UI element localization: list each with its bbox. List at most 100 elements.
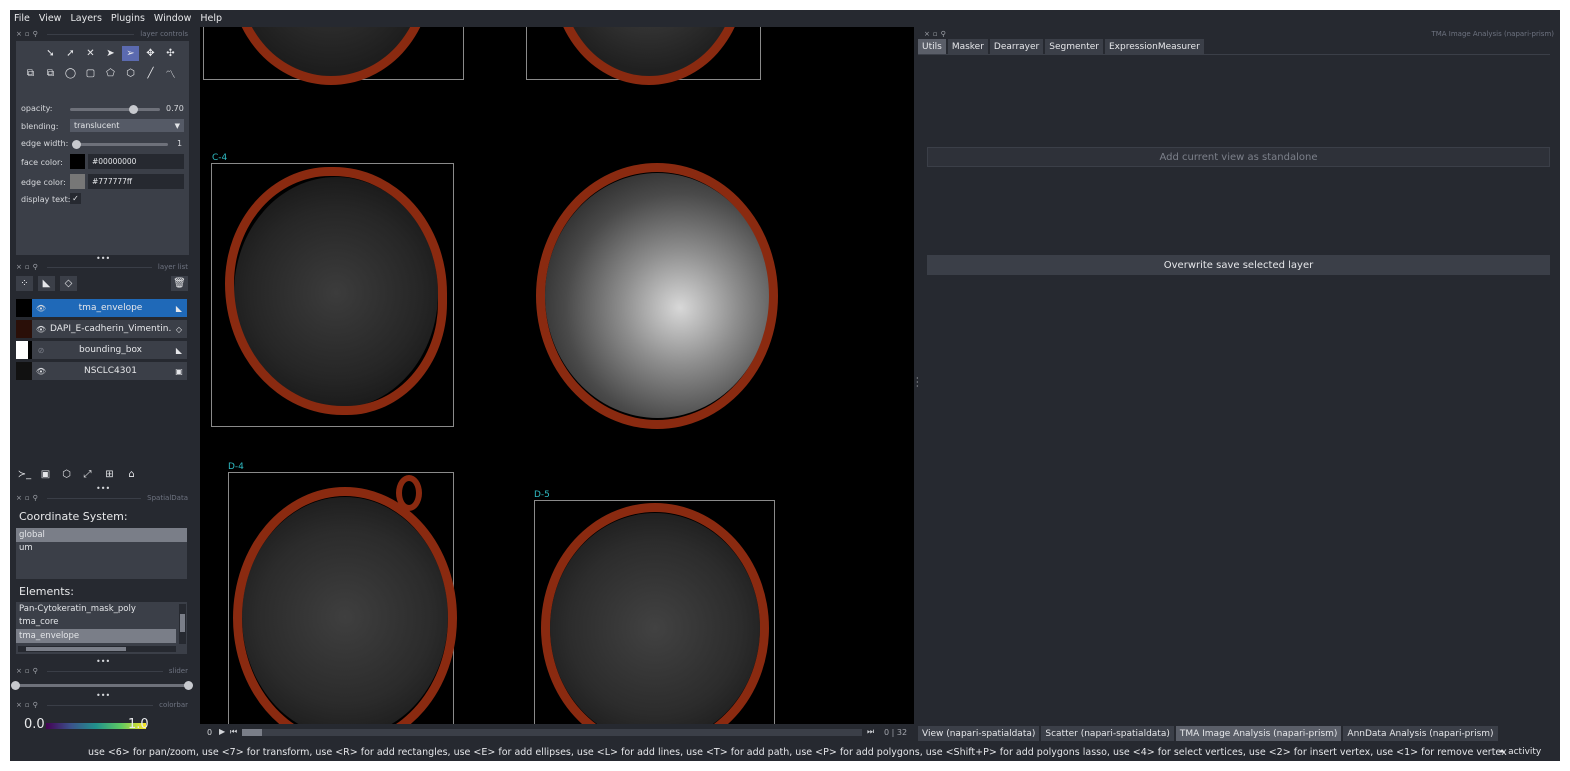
- list-item[interactable]: um: [16, 542, 187, 556]
- ellipse-icon[interactable]: ◯: [62, 66, 79, 81]
- transpose-icon[interactable]: ⤢: [79, 467, 96, 482]
- face-color-swatch[interactable]: [70, 154, 85, 169]
- menu-file[interactable]: File: [14, 13, 30, 24]
- trash-icon[interactable]: 🗑: [171, 276, 188, 291]
- home-icon[interactable]: ⌂: [123, 467, 140, 482]
- elements-list: Pan-Cytokeratin_mask_poly tma_core tma_e…: [16, 602, 187, 654]
- eye-hidden-icon[interactable]: ⊘: [32, 346, 50, 355]
- edge-color-swatch[interactable]: [70, 174, 85, 189]
- dock-controls-icon[interactable]: ×▫⚲: [16, 263, 41, 271]
- coordinate-system-title: Coordinate System:: [19, 510, 128, 523]
- layer-name: DAPI_E-cadherin_Vimentin...: [50, 324, 171, 334]
- eye-icon[interactable]: 👁: [32, 367, 50, 376]
- viewer-canvas[interactable]: C-4 D-4 D-5: [200, 27, 914, 724]
- step-forward-icon[interactable]: ⏭: [867, 727, 874, 737]
- edge-width-slider-handle[interactable]: [72, 140, 81, 149]
- blending-select[interactable]: translucent ▼: [70, 119, 184, 132]
- step-back-icon[interactable]: ⏮: [230, 727, 237, 737]
- dock-controls-icon[interactable]: ×▫⚲: [16, 494, 41, 502]
- menubar: File View Layers Plugins Window Help: [10, 10, 1560, 27]
- eye-icon[interactable]: 👁: [32, 304, 50, 313]
- dock-splitter-handle[interactable]: •••: [96, 484, 110, 493]
- dock-controls-icon[interactable]: ×▫⚲: [16, 701, 41, 709]
- splitter-handle[interactable]: · · ·: [916, 375, 919, 391]
- roll-dims-icon[interactable]: ⬡: [58, 467, 75, 482]
- layer-row[interactable]: ⊘ bounding_box ◣: [16, 341, 187, 359]
- layer-row[interactable]: 👁 NSCLC4301 ▣: [16, 362, 187, 380]
- layer-row[interactable]: 👁 tma_envelope ◣: [16, 299, 187, 317]
- elements-scrollbar-thumb[interactable]: [180, 614, 185, 632]
- path-icon[interactable]: 〽: [162, 66, 179, 81]
- transform-icon[interactable]: ✣: [162, 46, 179, 61]
- add-current-view-button[interactable]: Add current view as standalone: [927, 147, 1550, 167]
- list-item[interactable]: tma_core: [16, 616, 176, 630]
- caret-up-icon: ⏶: [1498, 747, 1506, 757]
- direct-select-icon[interactable]: ➢: [122, 46, 139, 61]
- rectangle-icon[interactable]: ▢: [82, 66, 99, 81]
- pan-zoom-icon[interactable]: ✥: [142, 46, 159, 61]
- list-item[interactable]: Pan-Cytokeratin_mask_poly: [16, 602, 176, 616]
- polygon-icon[interactable]: ⬡: [122, 66, 139, 81]
- new-labels-icon[interactable]: ◇: [60, 276, 77, 291]
- layer-thumbnail: [16, 341, 32, 359]
- edge-width-value: 1: [177, 139, 183, 148]
- tab-dearrayer[interactable]: Dearrayer: [989, 39, 1044, 54]
- dims-slider[interactable]: [242, 729, 862, 736]
- range-slider[interactable]: [15, 684, 189, 687]
- opacity-slider-handle[interactable]: [129, 105, 138, 114]
- menu-window[interactable]: Window: [154, 13, 191, 24]
- range-slider-min-handle[interactable]: [11, 681, 20, 690]
- eye-icon[interactable]: 👁: [32, 325, 50, 334]
- face-color-field[interactable]: #00000000: [88, 154, 184, 169]
- overwrite-save-button[interactable]: Overwrite save selected layer: [927, 255, 1550, 275]
- image-icon: ▣: [175, 366, 183, 376]
- tab-utils[interactable]: Utils: [918, 39, 946, 54]
- opacity-slider[interactable]: [70, 108, 160, 111]
- dock-splitter-handle[interactable]: •••: [96, 691, 110, 700]
- menu-layers[interactable]: Layers: [70, 13, 101, 24]
- grid-icon[interactable]: ⊞: [101, 467, 118, 482]
- dims-slider-handle[interactable]: [242, 729, 262, 736]
- list-item[interactable]: global: [16, 528, 187, 542]
- select-shapes-icon[interactable]: ➤: [102, 46, 119, 61]
- tab-expressionmeasurer[interactable]: ExpressionMeasurer: [1104, 39, 1204, 54]
- insert-vertex-icon[interactable]: ➚: [62, 46, 79, 61]
- tab-tma-image-analysis[interactable]: TMA Image Analysis (napari-prism): [1175, 726, 1342, 741]
- list-item[interactable]: tma_envelope: [16, 629, 176, 643]
- dock-controls-icon[interactable]: ×▫⚲: [924, 30, 949, 38]
- tab-view-spatialdata[interactable]: View (napari-spatialdata): [918, 726, 1040, 741]
- layer-name: NSCLC4301: [84, 366, 137, 376]
- select-vertices-icon[interactable]: ➘: [42, 46, 59, 61]
- move-front-icon[interactable]: ⧉: [22, 66, 39, 81]
- layer-row[interactable]: 👁 DAPI_E-cadherin_Vimentin... ◇: [16, 320, 187, 338]
- new-points-icon[interactable]: ⁘: [16, 276, 33, 291]
- tab-masker[interactable]: Masker: [947, 39, 988, 54]
- new-shapes-icon[interactable]: ◣: [38, 276, 55, 291]
- edge-width-slider[interactable]: [72, 143, 168, 146]
- dock-controls-icon[interactable]: ×▫⚲: [16, 30, 41, 38]
- line-icon[interactable]: ╱: [142, 66, 159, 81]
- edge-color-field[interactable]: #777777ff: [88, 174, 184, 189]
- elements-title: Elements:: [19, 585, 74, 598]
- tab-anndata-analysis[interactable]: AnnData Analysis (napari-prism): [1343, 726, 1498, 741]
- activity-button[interactable]: ⏶ activity: [1498, 747, 1541, 757]
- activity-label: activity: [1508, 747, 1542, 757]
- tma-titlebar: ×▫⚲ TMA Image Analysis (napari-prism): [924, 29, 1554, 39]
- console-icon[interactable]: ≻_: [16, 467, 33, 482]
- move-back-icon[interactable]: ⧉: [42, 66, 59, 81]
- elements-hscrollbar-thumb[interactable]: [26, 647, 126, 651]
- dock-splitter-handle[interactable]: •••: [96, 657, 110, 666]
- ndisplay-icon[interactable]: ▣: [37, 467, 54, 482]
- menu-view[interactable]: View: [39, 13, 62, 24]
- polygon-lasso-icon[interactable]: ⬠: [102, 66, 119, 81]
- range-slider-max-handle[interactable]: [184, 681, 193, 690]
- layer-controls-panel: ➘ ➚ ✕ ➤ ➢ ✥ ✣ ⧉ ⧉ ◯ ▢ ⬠ ⬡ ╱ 〽 opacity: 0…: [16, 41, 189, 255]
- menu-plugins[interactable]: Plugins: [111, 13, 145, 24]
- tab-scatter-spatialdata[interactable]: Scatter (napari-spatialdata): [1041, 726, 1174, 741]
- play-icon[interactable]: ▶: [219, 727, 225, 736]
- menu-help[interactable]: Help: [200, 13, 222, 24]
- delete-shape-icon[interactable]: ✕: [82, 46, 99, 61]
- display-text-checkbox[interactable]: ✓: [70, 193, 81, 204]
- dock-controls-icon[interactable]: ×▫⚲: [16, 667, 41, 675]
- tab-segmenter[interactable]: Segmenter: [1045, 39, 1103, 54]
